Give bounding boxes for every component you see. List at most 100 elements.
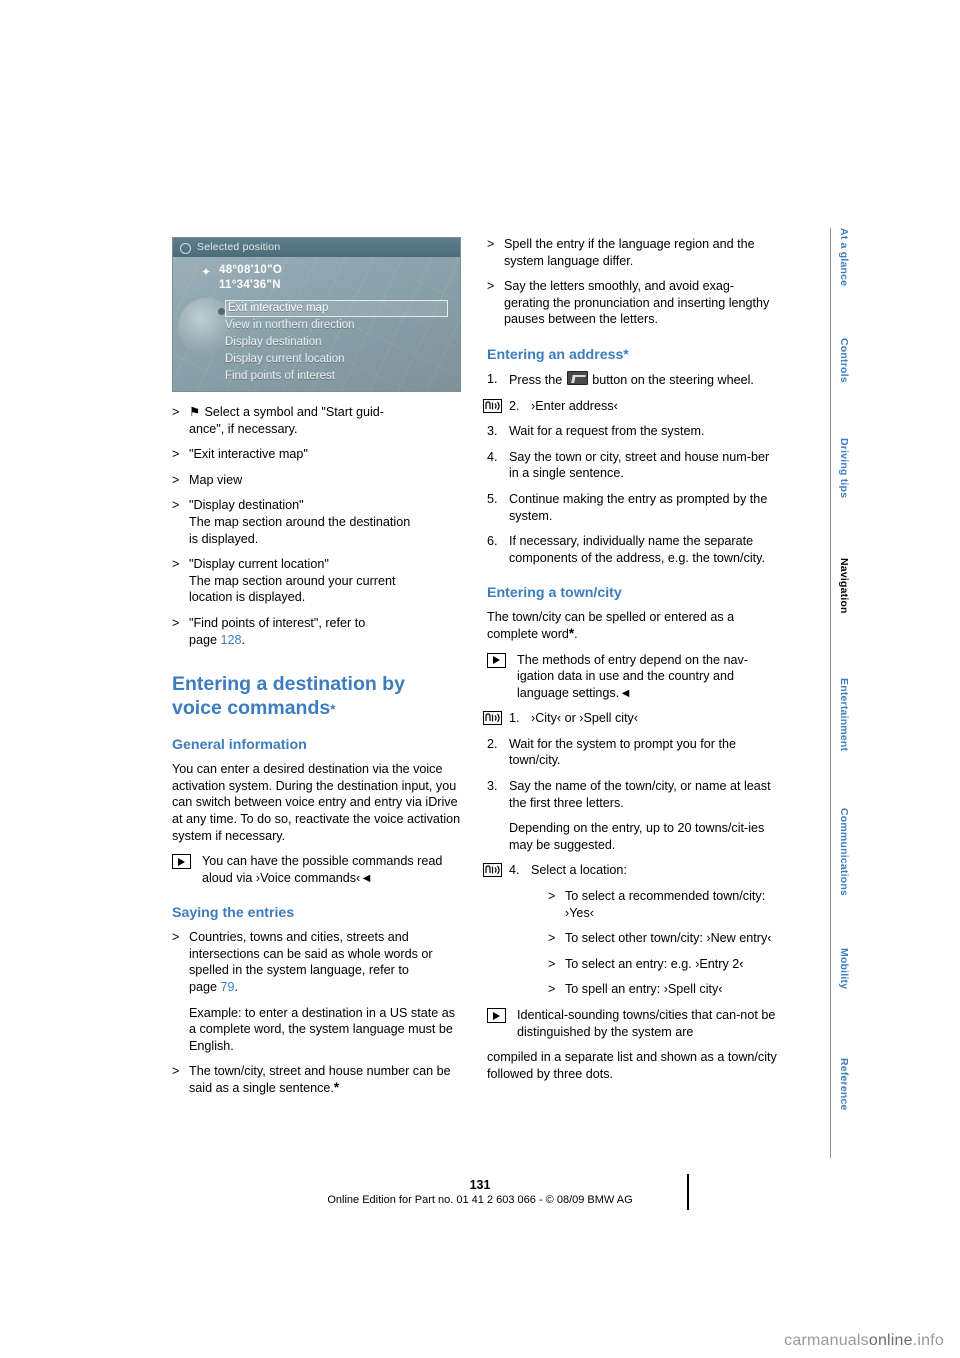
- paragraph-town-spelled: The town/city can be spelled or entered …: [487, 610, 735, 641]
- watermark-part2: online: [868, 1332, 913, 1349]
- period: .: [241, 632, 246, 647]
- note-pointer-icon: [487, 652, 506, 668]
- asterisk: *: [330, 702, 336, 718]
- step-press-button: 1. Press the button on the steering whee…: [487, 370, 777, 389]
- menu-item-view-northern[interactable]: View in northern direction: [225, 317, 450, 334]
- step-number: 1.: [487, 371, 498, 386]
- manual-page: Selected position ✦ 48°08'10"O 11°34'36"…: [0, 0, 960, 1358]
- bullet-text: Say the letters smoothly, and avoid exag…: [504, 279, 770, 327]
- note-text: Identical-sounding towns/cities that can…: [517, 1008, 776, 1039]
- page-footer: 131 Online Edition for Part no. 01 41 2 …: [0, 1178, 960, 1206]
- bullet-text: Spell the entry if the language region a…: [504, 237, 755, 268]
- step-text-pre: Press the: [509, 372, 563, 387]
- tab-label: Reference: [838, 1058, 850, 1111]
- asterisk: *: [333, 1080, 340, 1096]
- sidebar-item-reference[interactable]: Reference: [830, 1058, 858, 1158]
- bullet-marker-icon: >: [487, 237, 495, 251]
- page-reference-79[interactable]: 79: [221, 980, 235, 994]
- bullet-select-recommended: > To select a recommended town/city: ›Ye…: [548, 888, 777, 921]
- bullet-marker-icon: >: [172, 1064, 180, 1079]
- bullet-marker-icon: >: [548, 956, 556, 971]
- bullet-countries-towns: > Countries, towns and cities, streets a…: [172, 929, 462, 1054]
- step-text: ›Enter address‹: [531, 398, 618, 413]
- tab-label: Navigation: [838, 558, 850, 614]
- voice-command-icon: [483, 863, 502, 878]
- bullet-select-symbol: > ⚑ Select a symbol and "Start guid- anc…: [172, 404, 462, 437]
- bullet-spell-entry-option: > To spell an entry: ›Spell city‹: [548, 981, 777, 998]
- step-say-town-name: 3. Say the name of the town/city, or nam…: [487, 778, 777, 853]
- chapter-tabs: At a glance Controls Driving tips Naviga…: [830, 228, 858, 1158]
- bullet-text: "Exit interactive map": [189, 447, 308, 462]
- step-text: Say the name of the town/city, or name a…: [509, 779, 771, 810]
- step-text: Wait for the system to prompt you for th…: [509, 736, 737, 768]
- step-city-or-spell-city: 1. ›City‹ or ›Spell city‹: [483, 710, 777, 727]
- bullet-exit-interactive-map: > "Exit interactive map": [172, 446, 462, 463]
- page-number: 131: [469, 1178, 491, 1192]
- bullet-marker-icon: >: [172, 447, 180, 462]
- bullet-marker-icon: >: [172, 615, 180, 630]
- coordinate-line-2: 11°34'36"N: [219, 279, 281, 291]
- edition-line: Online Edition for Part no. 01 41 2 603 …: [327, 1194, 633, 1206]
- step-text: ›City‹ or ›Spell city‹: [531, 711, 639, 726]
- step-wait-request: 3. Wait for a request from the system.: [487, 423, 777, 440]
- paragraph-general-information: You can enter a desired destination via …: [172, 762, 461, 843]
- voice-command-icon: [483, 398, 502, 413]
- watermark-part1: carmanuals: [784, 1332, 869, 1349]
- page-word: page: [189, 980, 218, 995]
- page-reference-128[interactable]: 128: [221, 633, 242, 647]
- step-wait-prompt-town: 2. Wait for the system to prompt you for…: [487, 736, 777, 769]
- bullet-town-street-house: > The town/city, street and house number…: [172, 1063, 462, 1096]
- note-pointer-icon: [487, 1008, 506, 1023]
- bullet-display-destination: > "Display destination" The map section …: [172, 497, 462, 547]
- bullet-map-view: > Map view: [172, 472, 462, 489]
- sidebar-item-entertainment[interactable]: Entertainment: [830, 678, 858, 808]
- note-text: You can have the possible commands read …: [202, 854, 443, 885]
- tab-label: Entertainment: [838, 678, 850, 752]
- note-voice-commands: You can have the possible commands read …: [172, 853, 462, 886]
- step-text: Wait for a request from the system.: [509, 424, 705, 439]
- step-number: 4.: [509, 863, 520, 878]
- steering-wheel-button-icon: [566, 370, 588, 385]
- bullet-text: To select a recommended town/city: ›Yes‹: [565, 889, 766, 920]
- step-number: 4.: [487, 449, 498, 464]
- bullet-marker-icon: >: [172, 557, 180, 572]
- menu-item-find-points-of-interest[interactable]: Find points of interest: [225, 368, 450, 385]
- bullet-marker-icon: >: [172, 472, 180, 487]
- sidebar-item-mobility[interactable]: Mobility: [830, 948, 858, 1058]
- bullet-text: To select an entry: e.g. ›Entry 2‹: [565, 956, 744, 971]
- tab-label: Controls: [838, 338, 850, 383]
- step-text: Continue making the entry as prompted by…: [509, 491, 768, 523]
- bullet-find-points-of-interest: > "Find points of interest", refer to pa…: [172, 615, 462, 648]
- tab-label: Mobility: [838, 948, 850, 990]
- sidebar-item-navigation[interactable]: Navigation: [830, 558, 858, 678]
- step-number: 2.: [509, 398, 520, 413]
- heading-entering-an-address: Entering an address*: [487, 346, 629, 363]
- sidebar-item-communications[interactable]: Communications: [830, 808, 858, 948]
- bullet-say-letters: > Say the letters smoothly, and avoid ex…: [487, 278, 777, 328]
- bullet-text: "Display current location" The map secti…: [189, 557, 396, 605]
- bullet-select-entry: > To select an entry: e.g. ›Entry 2‹: [548, 956, 777, 973]
- sidebar-item-driving-tips[interactable]: Driving tips: [830, 438, 858, 558]
- bullet-text: "Find points of interest", refer to: [189, 615, 366, 630]
- menu-item-exit-interactive-map[interactable]: Exit interactive map: [225, 300, 448, 317]
- voice-command-icon: [483, 711, 502, 726]
- idrive-screenshot: Selected position ✦ 48°08'10"O 11°34'36"…: [172, 237, 461, 392]
- tab-label: At a glance: [838, 228, 850, 287]
- note-methods-of-entry: The methods of entry depend on the nav-i…: [487, 652, 777, 702]
- bullet-text: To spell an entry: ›Spell city‹: [565, 982, 723, 997]
- sidebar-item-at-a-glance[interactable]: At a glance: [830, 228, 858, 338]
- menu-item-display-current-location[interactable]: Display current location: [225, 351, 450, 368]
- sidebar-item-controls[interactable]: Controls: [830, 338, 858, 438]
- asterisk: *: [623, 346, 629, 362]
- example-text: Example: to enter a destination in a US …: [189, 1005, 456, 1053]
- menu-item-display-destination[interactable]: Display destination: [225, 334, 450, 351]
- bullet-text: Map view: [189, 472, 243, 487]
- bullet-marker-icon: >: [548, 889, 556, 904]
- left-column: > ⚑ Select a symbol and "Start guid- anc…: [172, 404, 462, 1106]
- page-title: Entering a destination by voice commands…: [172, 673, 405, 720]
- step-select-location: 4. Select a location: > To select a reco…: [483, 862, 777, 998]
- bullet-text: Select a symbol and "Start guid- ance", …: [189, 405, 384, 436]
- bullet-text: To select other town/city: ›New entry‹: [565, 931, 772, 946]
- bullet-marker-icon: >: [172, 405, 180, 419]
- right-column: > Spell the entry if the language region…: [483, 236, 777, 1091]
